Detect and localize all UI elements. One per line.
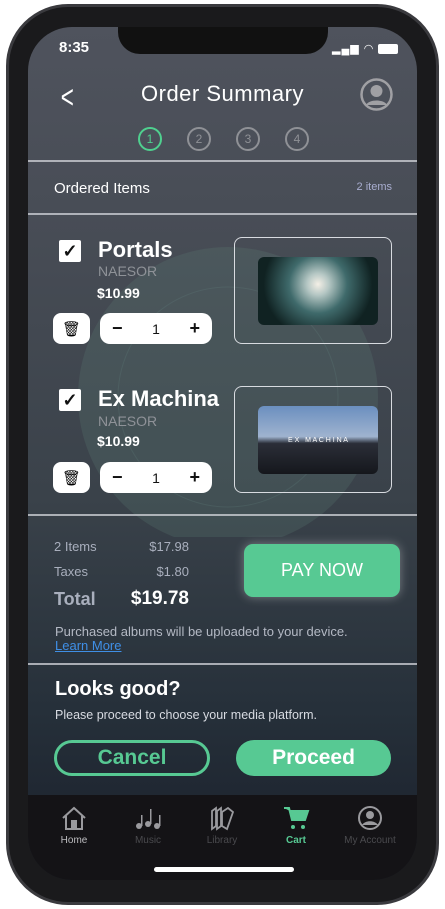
album-art-frame: E X M A C H I N A bbox=[234, 386, 392, 493]
tab-music[interactable]: Music bbox=[109, 805, 187, 846]
tab-my-account[interactable]: My Account bbox=[331, 805, 409, 846]
quantity-stepper[interactable]: − 1 + bbox=[100, 313, 212, 344]
taxes-label: Taxes bbox=[54, 564, 88, 579]
learn-more-link[interactable]: Learn More bbox=[55, 638, 121, 653]
step-1[interactable]: 1 bbox=[138, 127, 162, 151]
quantity-value: 1 bbox=[152, 469, 160, 486]
divider bbox=[28, 160, 417, 162]
step-2[interactable]: 2 bbox=[187, 127, 211, 151]
album-art-ex-machina: E X M A C H I N A bbox=[258, 406, 378, 474]
item-title: Ex Machina bbox=[98, 386, 220, 411]
quantity-value: 1 bbox=[152, 320, 160, 337]
notch bbox=[118, 27, 328, 54]
taxes-value: $1.80 bbox=[156, 564, 189, 579]
tab-label: Home bbox=[60, 835, 88, 846]
confirm-heading: Looks good? bbox=[55, 678, 181, 700]
status-icons: ▂▄▆ ◠ bbox=[332, 42, 399, 55]
delete-button[interactable]: 🗑 bbox=[53, 313, 90, 344]
decrement-button[interactable]: − bbox=[112, 467, 123, 488]
check-icon: ✓ bbox=[62, 240, 78, 261]
upload-note: Purchased albums will be uploaded to you… bbox=[55, 624, 348, 639]
divider bbox=[28, 213, 417, 215]
proceed-button[interactable]: Proceed bbox=[236, 740, 391, 776]
items-subtotal-label: 2 Items bbox=[54, 539, 97, 554]
item-artist: NAESOR bbox=[98, 263, 158, 279]
total-label: Total bbox=[54, 589, 96, 609]
home-indicator bbox=[154, 867, 294, 872]
step-4[interactable]: 4 bbox=[285, 127, 309, 151]
increment-button[interactable]: + bbox=[189, 467, 200, 488]
total-value: $19.78 bbox=[130, 588, 189, 609]
check-icon: ✓ bbox=[62, 389, 78, 410]
tab-label: Library bbox=[206, 835, 238, 846]
delete-button[interactable]: 🗑 bbox=[53, 462, 90, 493]
decrement-button[interactable]: − bbox=[112, 318, 123, 339]
page-title: Order Summary bbox=[141, 81, 304, 106]
ordered-items-label: Ordered Items bbox=[54, 180, 150, 197]
music-icon bbox=[136, 809, 161, 829]
tab-label: Music bbox=[134, 835, 162, 846]
tab-label: Cart bbox=[285, 835, 306, 846]
item-title: Portals bbox=[98, 237, 173, 262]
items-subtotal-value: $17.98 bbox=[149, 539, 189, 554]
step-3[interactable]: 3 bbox=[236, 127, 260, 151]
increment-button[interactable]: + bbox=[189, 318, 200, 339]
screen: 8:35 ▂▄▆ ◠ < Order Summary 1 2 3 4 Order… bbox=[28, 27, 417, 880]
item-price: $10.99 bbox=[97, 433, 140, 449]
item-checkbox[interactable]: ✓ bbox=[59, 389, 81, 411]
status-time: 8:35 bbox=[59, 39, 90, 56]
album-art-portals bbox=[258, 257, 378, 325]
divider bbox=[28, 514, 417, 516]
items-count: 2 items bbox=[356, 181, 392, 193]
album-art-frame bbox=[234, 237, 392, 344]
cart-icon bbox=[284, 807, 310, 829]
item-checkbox[interactable]: ✓ bbox=[59, 240, 81, 262]
library-icon bbox=[211, 806, 235, 831]
item-price: $10.99 bbox=[97, 285, 140, 301]
item-artist: NAESOR bbox=[98, 413, 158, 429]
trash-icon: 🗑 bbox=[61, 320, 82, 338]
tab-cart[interactable]: Cart bbox=[257, 805, 335, 846]
account-icon bbox=[358, 806, 382, 830]
divider bbox=[28, 663, 417, 665]
tab-home[interactable]: Home bbox=[35, 805, 113, 846]
tab-library[interactable]: Library bbox=[183, 805, 261, 846]
confirm-subtext: Please proceed to choose your media plat… bbox=[55, 708, 317, 722]
cancel-button[interactable]: Cancel bbox=[54, 740, 210, 776]
pay-now-button[interactable]: PAY NOW bbox=[244, 544, 400, 597]
profile-button[interactable] bbox=[360, 78, 393, 111]
quantity-stepper[interactable]: − 1 + bbox=[100, 462, 212, 493]
tab-label: My Account bbox=[344, 835, 396, 846]
home-icon bbox=[62, 806, 86, 830]
trash-icon: 🗑 bbox=[61, 469, 82, 487]
